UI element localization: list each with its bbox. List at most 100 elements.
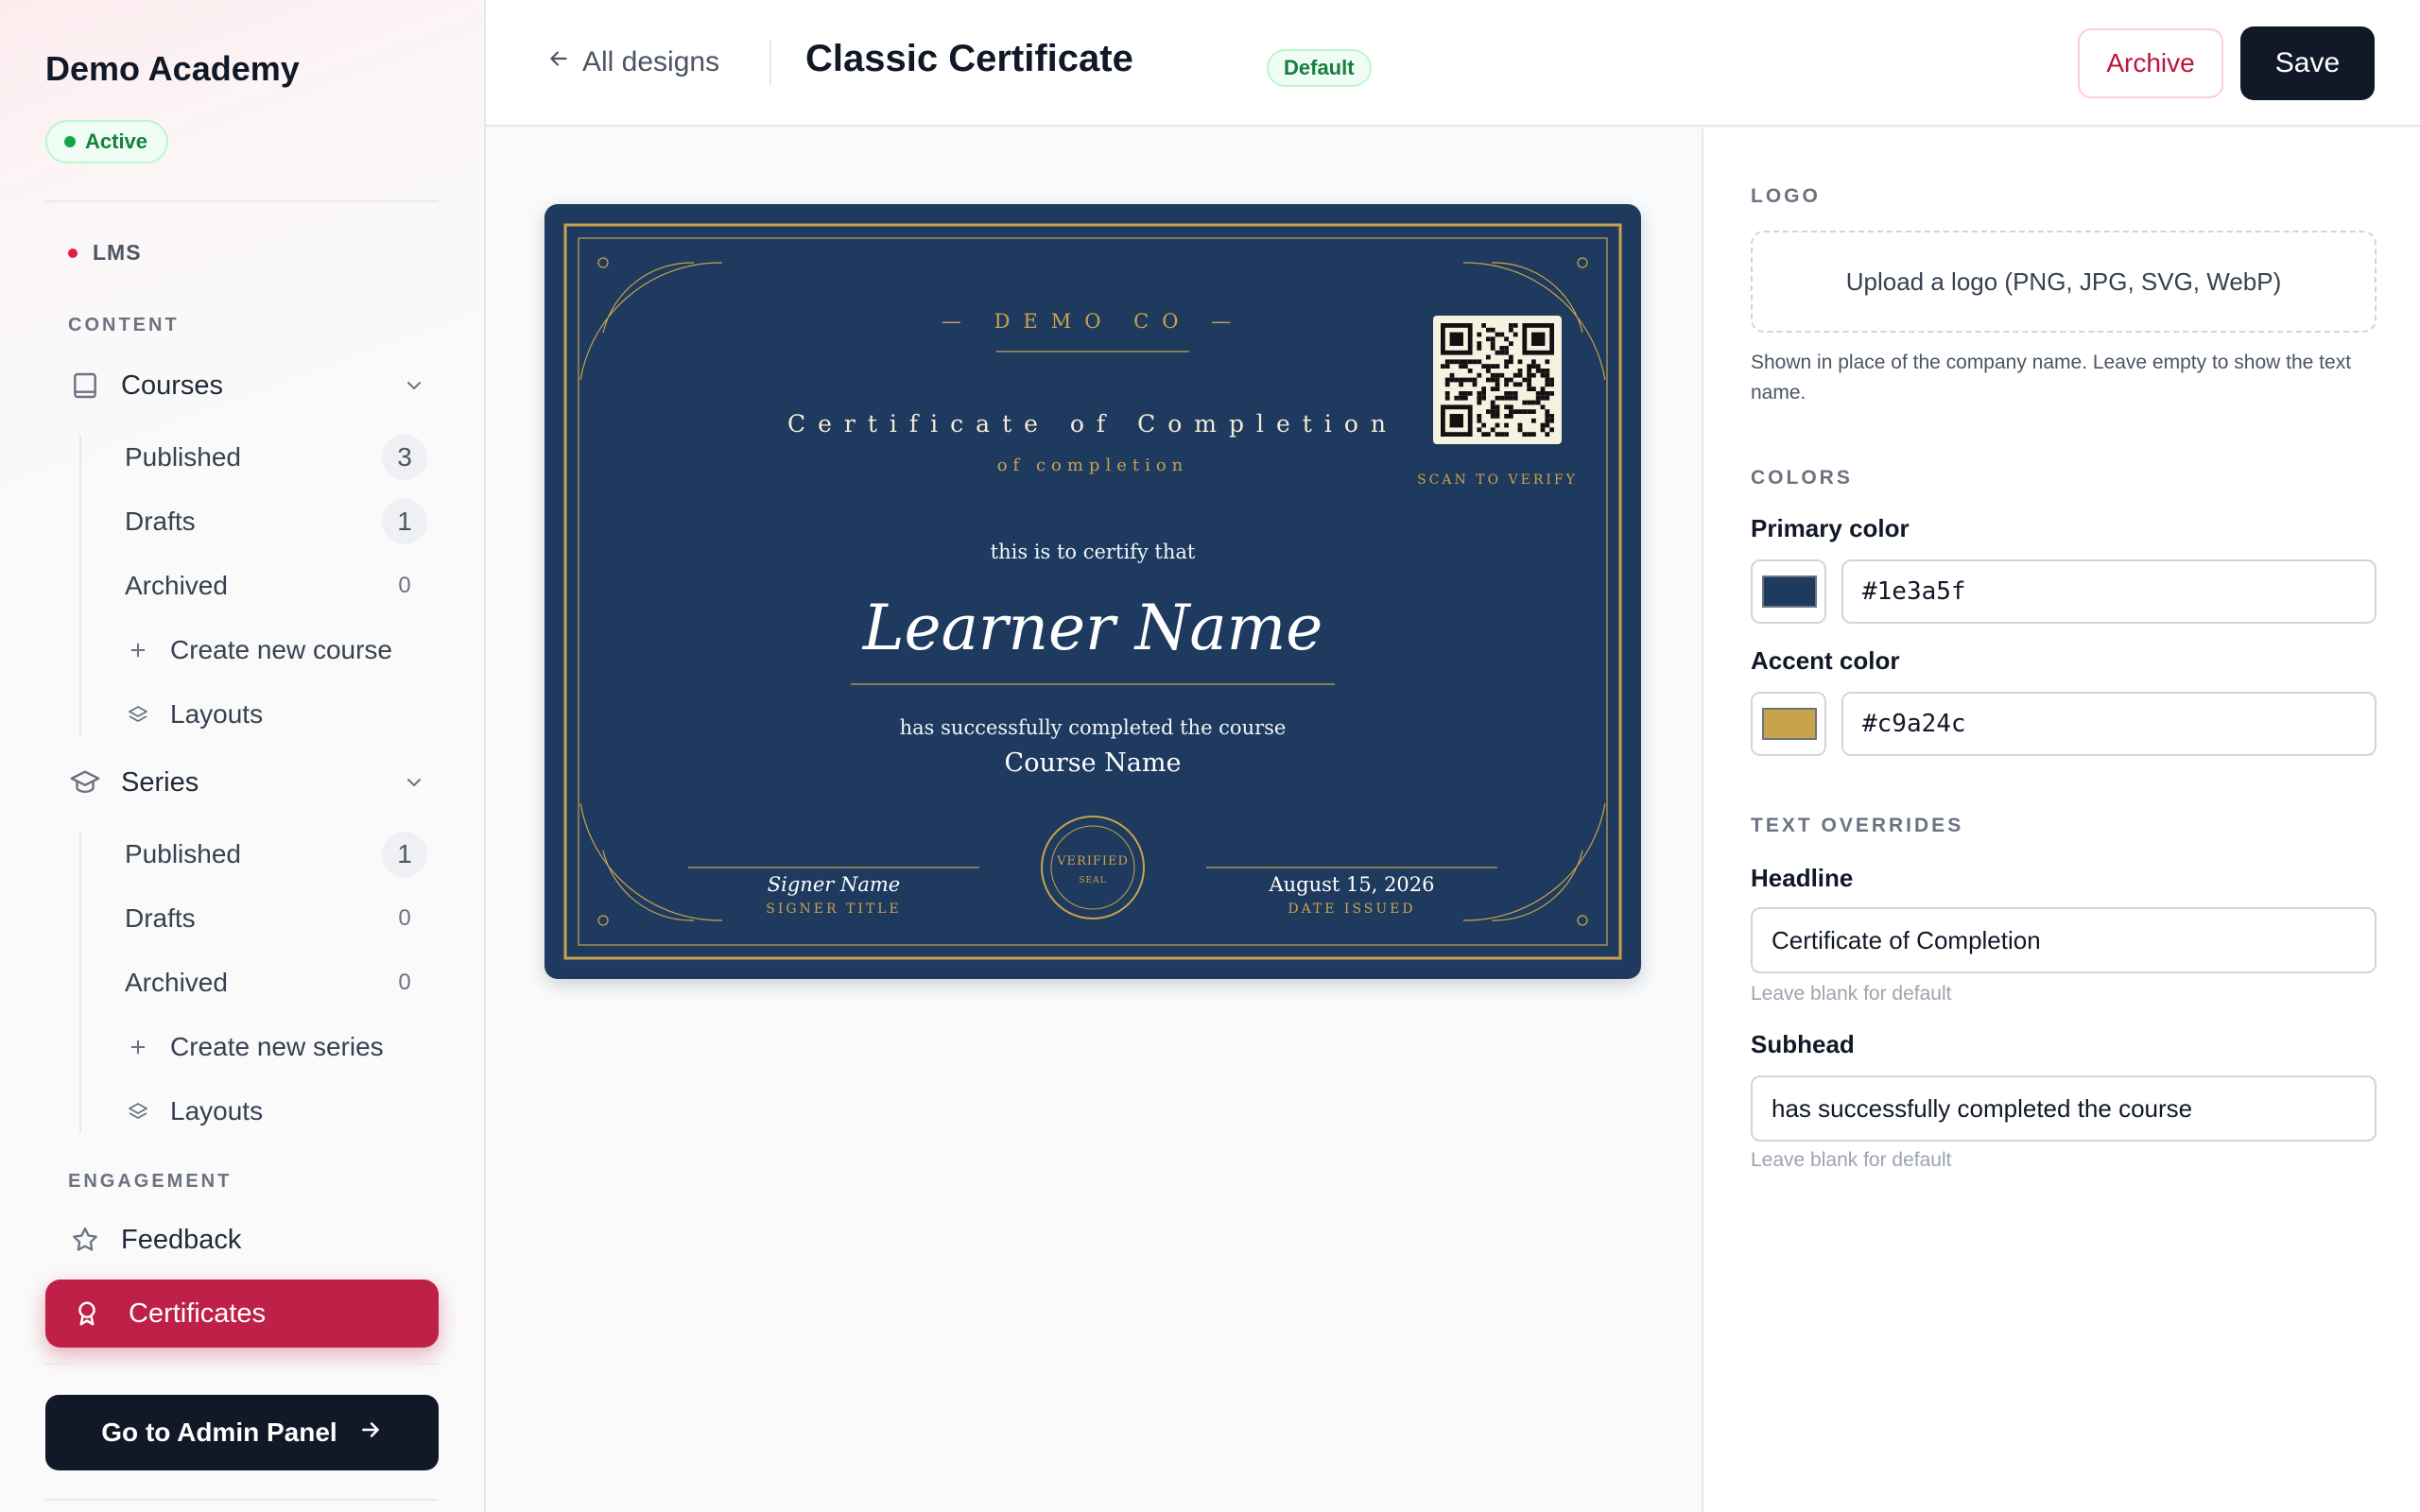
count-badge: 1 xyxy=(382,499,427,544)
award-icon xyxy=(70,1297,104,1331)
primary-color-label: Primary color xyxy=(1751,514,1910,542)
sidebar-item-label: Published xyxy=(125,442,241,472)
graduation-cap-icon xyxy=(68,765,102,799)
sidebar-item-label: Layouts xyxy=(170,1096,264,1125)
seal-bottom-text: SEAL xyxy=(1079,876,1107,885)
chevron-down-icon[interactable] xyxy=(401,769,427,796)
sidebar-item-label: Drafts xyxy=(125,507,196,536)
sidebar-item-feedback-label: Feedback xyxy=(121,1224,242,1255)
subhead-input[interactable]: has successfully completed the course xyxy=(1751,1075,2377,1142)
sidebar-item-courses-drafts[interactable]: Drafts 1 xyxy=(125,497,427,546)
sidebar: Demo Academy Active LMS CONTENT Courses … xyxy=(0,0,486,1512)
sidebar-group-series-label: Series xyxy=(121,766,199,798)
sidebar-group-courses[interactable]: Courses xyxy=(68,365,427,406)
sidebar-item-label: Drafts xyxy=(125,903,196,933)
sidebar-group-courses-label: Courses xyxy=(121,369,223,401)
sidebar-item-series-drafts[interactable]: Drafts 0 xyxy=(125,894,427,943)
headline-hint: Leave blank for default xyxy=(1751,983,1952,1005)
sidebar-item-label: Archived xyxy=(125,968,228,997)
text-overrides-section-label: TEXT OVERRIDES xyxy=(1751,815,1964,836)
save-button[interactable]: Save xyxy=(2240,26,2375,100)
primary-color-fill xyxy=(1762,576,1817,608)
section-label-engagement: ENGAGEMENT xyxy=(68,1171,233,1192)
sidebar-item-label: Create new series xyxy=(170,1032,384,1061)
sidebar-divider xyxy=(45,1363,439,1365)
plus-icon xyxy=(125,637,151,663)
logo-section-label: LOGO xyxy=(1751,185,1821,207)
header-separator xyxy=(769,40,771,85)
sidebar-item-courses-archived[interactable]: Archived 0 xyxy=(125,561,427,610)
admin-panel-button[interactable]: Go to Admin Panel xyxy=(45,1395,439,1470)
signer-title: SIGNER TITLE xyxy=(766,902,902,917)
sidebar-item-feedback[interactable]: Feedback xyxy=(68,1219,241,1261)
status-dot-icon xyxy=(64,136,76,147)
seal-top-text: VERIFIED xyxy=(1057,854,1129,868)
accent-color-swatch[interactable] xyxy=(1751,692,1826,756)
count-badge: 0 xyxy=(398,970,411,995)
accent-color-fill xyxy=(1762,708,1817,740)
sidebar-item-label: Create new course xyxy=(170,635,393,664)
sidebar-item-create-course[interactable]: Create new course xyxy=(125,626,427,675)
status-badge: Active xyxy=(45,120,169,163)
layers-icon xyxy=(125,1098,151,1125)
primary-color-input[interactable]: #1e3a5f xyxy=(1841,559,2377,624)
accent-color-label: Accent color xyxy=(1751,646,1900,675)
star-icon xyxy=(68,1223,102,1257)
sidebar-item-series-published[interactable]: Published 1 xyxy=(125,830,427,879)
sidebar-divider xyxy=(45,200,439,202)
lms-label: LMS xyxy=(93,240,142,265)
sidebar-item-certificates-label: Certificates xyxy=(129,1297,267,1329)
tree-line xyxy=(79,832,81,1132)
subhead-hint: Leave blank for default xyxy=(1751,1149,1952,1171)
admin-panel-button-label: Go to Admin Panel xyxy=(101,1418,337,1447)
sidebar-group-series[interactable]: Series xyxy=(68,762,427,803)
certificate-learner-name: Learner Name xyxy=(862,592,1323,664)
default-badge: Default xyxy=(1267,49,1372,87)
issue-date: August 15, 2026 xyxy=(1269,873,1435,896)
signer-name: Signer Name xyxy=(767,873,901,896)
sidebar-item-courses-published[interactable]: Published 3 xyxy=(125,433,427,482)
certificate-course-name: Course Name xyxy=(1004,748,1182,778)
top-header: All designs Classic Certificate Default … xyxy=(486,0,2420,127)
date-issued-label: DATE ISSUED xyxy=(1288,902,1416,917)
sidebar-item-label: Archived xyxy=(125,571,228,600)
sidebar-item-create-series[interactable]: Create new series xyxy=(125,1022,427,1072)
primary-color-swatch[interactable] xyxy=(1751,559,1826,624)
qr-code-icon xyxy=(1433,316,1562,444)
signer-block: Signer Name SIGNER TITLE xyxy=(692,873,976,917)
sidebar-item-certificates[interactable]: Certificates xyxy=(45,1280,439,1348)
status-badge-label: Active xyxy=(85,129,148,153)
scan-to-verify-label: SCAN TO VERIFY xyxy=(1417,472,1578,488)
certificate-preview: — DEMO CO — Certificate of Completion of… xyxy=(544,204,1641,979)
sidebar-item-label: Published xyxy=(125,839,241,868)
sidebar-root-lms[interactable]: LMS xyxy=(68,240,142,266)
sidebar-item-courses-layouts[interactable]: Layouts xyxy=(125,690,427,739)
back-to-designs-link[interactable]: All designs xyxy=(546,42,719,83)
accent-color-input[interactable]: #c9a24c xyxy=(1841,692,2377,756)
headline-label: Headline xyxy=(1751,864,1854,892)
certificate-certify-text: this is to certify that xyxy=(990,541,1196,563)
headline-input[interactable]: Certificate of Completion xyxy=(1751,907,2377,973)
count-badge: 0 xyxy=(398,573,411,598)
certificate-preview-area: — DEMO CO — Certificate of Completion of… xyxy=(486,129,1702,1512)
logo-upload-dropzone[interactable]: Upload a logo (PNG, JPG, SVG, WebP) xyxy=(1751,231,2377,333)
back-link-label: All designs xyxy=(582,46,720,77)
design-settings-panel: LOGO Upload a logo (PNG, JPG, SVG, WebP)… xyxy=(1702,129,2420,1512)
date-block: August 15, 2026 DATE ISSUED xyxy=(1210,873,1494,917)
count-badge: 1 xyxy=(382,832,427,877)
tree-line xyxy=(79,435,81,735)
subhead-label: Subhead xyxy=(1751,1030,1855,1058)
layers-icon xyxy=(125,701,151,728)
plus-icon xyxy=(125,1034,151,1060)
sidebar-item-series-archived[interactable]: Archived 0 xyxy=(125,958,427,1007)
sidebar-item-series-layouts[interactable]: Layouts xyxy=(125,1087,427,1136)
count-badge: 0 xyxy=(398,905,411,931)
verified-seal: VERIFIED SEAL xyxy=(1041,854,1145,885)
arrow-right-icon xyxy=(358,1418,383,1449)
logo-help-text: Shown in place of the company name. Leav… xyxy=(1751,352,2352,404)
colors-section-label: COLORS xyxy=(1751,467,1853,489)
certificate-completed-text: has successfully completed the course xyxy=(899,716,1287,739)
archive-button[interactable]: Archive xyxy=(2078,28,2223,98)
chevron-down-icon[interactable] xyxy=(401,372,427,399)
section-label-content: CONTENT xyxy=(68,315,180,335)
